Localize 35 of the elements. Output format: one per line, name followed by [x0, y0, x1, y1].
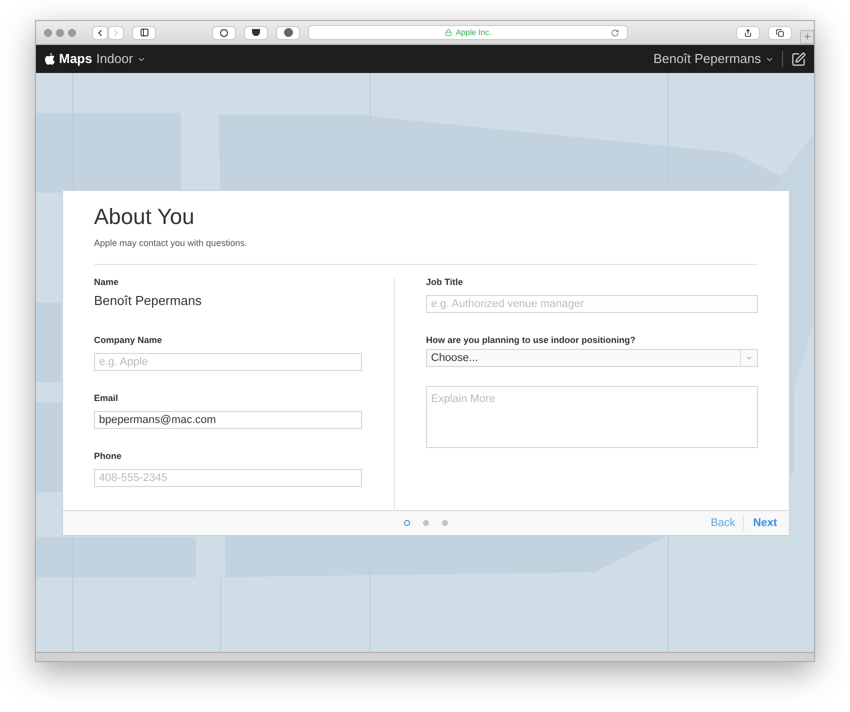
share-button[interactable] — [736, 26, 760, 40]
dialog-title: About You — [94, 203, 196, 230]
section-menu[interactable]: Indoor — [96, 49, 146, 69]
plus-icon — [802, 32, 812, 41]
dialog-subtitle: Apple may contact you with questions. — [94, 236, 248, 250]
share-icon — [744, 28, 752, 36]
compose-icon[interactable] — [791, 52, 806, 66]
lock-icon — [444, 29, 452, 36]
field-label: Job Title — [426, 278, 464, 287]
field-label: Phone — [94, 452, 123, 461]
apple-logo-icon — [44, 52, 55, 66]
user-menu[interactable]: Benoît Pepermans — [653, 49, 774, 69]
field-label: Company Name — [94, 336, 164, 345]
sidebar-button[interactable] — [132, 26, 156, 40]
new-tab-button[interactable] — [800, 30, 814, 44]
sidebar-icon — [140, 28, 148, 37]
app-name: Maps — [59, 50, 92, 68]
chevron-icon — [745, 354, 753, 362]
choose-dropdown[interactable]: Choose... — [426, 349, 758, 367]
tabs-icon — [776, 28, 784, 36]
field-label: Email — [94, 394, 120, 403]
explain-textarea[interactable]: Explain More — [426, 386, 758, 448]
field-label: How are you planning to use indoor positioning? — [426, 336, 636, 345]
input-field[interactable]: bpepermans@mac.com — [94, 411, 362, 429]
tabs-button[interactable] — [768, 26, 792, 40]
input-field[interactable]: 408-555-2345 — [94, 469, 362, 487]
input-field[interactable]: e.g. Authorized venue manager — [426, 295, 758, 313]
shield-icon — [252, 29, 260, 36]
input-field[interactable]: e.g. Apple — [94, 353, 362, 371]
reload-icon — [611, 28, 619, 36]
field-label: Name — [94, 278, 120, 287]
name-value: Benoît Pepermans — [94, 292, 203, 310]
extension-button[interactable] — [212, 26, 236, 40]
extension-button[interactable] — [276, 26, 300, 40]
back-nav-button[interactable] — [92, 26, 108, 40]
